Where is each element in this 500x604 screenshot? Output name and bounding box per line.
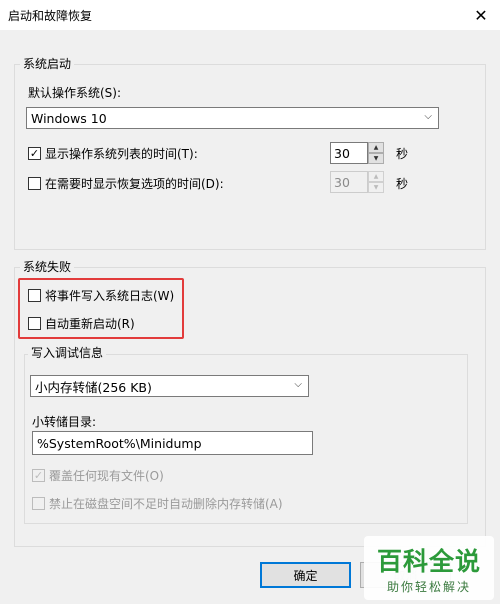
dump-dir-label: 小转储目录: xyxy=(32,415,97,429)
system-failure-group-label: 系统失败 xyxy=(20,260,75,274)
dump-type-select[interactable]: 小内存转储(256 KB) ⌵ xyxy=(30,375,309,397)
default-os-label: 默认操作系统(S): xyxy=(28,86,122,100)
watermark: 百科全说 助你轻松解决 xyxy=(364,536,494,600)
spin-up-icon: ▲ xyxy=(368,171,384,182)
chevron-down-icon: ⌵ xyxy=(294,379,302,390)
window-title: 启动和故障恢复 xyxy=(8,9,93,23)
checkmark-icon: ✓ xyxy=(33,469,44,482)
watermark-subtitle: 助你轻松解决 xyxy=(386,579,471,594)
show-recovery-seconds-input: 30 xyxy=(330,171,368,193)
show-recovery-unit: 秒 xyxy=(396,177,409,191)
auto-restart-label: 自动重新启动(R) xyxy=(45,317,135,331)
ok-button[interactable]: 确定 xyxy=(260,562,351,588)
show-os-list-seconds-input[interactable]: 30 xyxy=(330,142,368,164)
system-startup-group-label: 系统启动 xyxy=(20,57,75,71)
checkmark-icon: ✓ xyxy=(29,147,40,160)
show-os-list-checkbox[interactable]: ✓ xyxy=(28,147,41,160)
spin-down-icon[interactable]: ▼ xyxy=(368,153,384,164)
watermark-title: 百科全说 xyxy=(376,546,481,576)
show-os-list-unit: 秒 xyxy=(396,147,409,161)
show-recovery-label: 在需要时显示恢复选项的时间(D): xyxy=(45,177,224,191)
overwrite-label: 覆盖任何现有文件(O) xyxy=(49,469,164,483)
disable-auto-delete-label: 禁止在磁盘空间不足时自动删除内存转储(A) xyxy=(49,497,283,511)
title-bar: 启动和故障恢复 ✕ xyxy=(0,0,500,30)
default-os-select[interactable]: Windows 10 ⌵ xyxy=(26,107,439,129)
write-event-log-label: 将事件写入系统日志(W) xyxy=(45,289,175,303)
show-os-list-label: 显示操作系统列表的时间(T): xyxy=(45,147,198,161)
show-recovery-spinner: ▲ ▼ xyxy=(368,171,384,193)
auto-restart-checkbox[interactable] xyxy=(28,317,41,330)
show-os-list-spinner[interactable]: ▲ ▼ xyxy=(368,142,384,164)
chevron-down-icon: ⌵ xyxy=(424,111,432,122)
spin-down-icon: ▼ xyxy=(368,182,384,193)
dump-type-value: 小内存转储(256 KB) xyxy=(35,379,152,395)
spin-up-icon[interactable]: ▲ xyxy=(368,142,384,153)
close-button[interactable]: ✕ xyxy=(462,0,500,30)
show-recovery-checkbox[interactable] xyxy=(28,177,41,190)
debug-info-group-label: 写入调试信息 xyxy=(28,346,107,360)
write-event-log-checkbox[interactable] xyxy=(28,289,41,302)
overwrite-checkbox: ✓ xyxy=(32,469,45,482)
disable-auto-delete-checkbox xyxy=(32,497,45,510)
dump-dir-input[interactable]: %SystemRoot%\Minidump xyxy=(32,431,313,455)
close-icon: ✕ xyxy=(474,5,488,25)
default-os-value: Windows 10 xyxy=(31,110,107,126)
